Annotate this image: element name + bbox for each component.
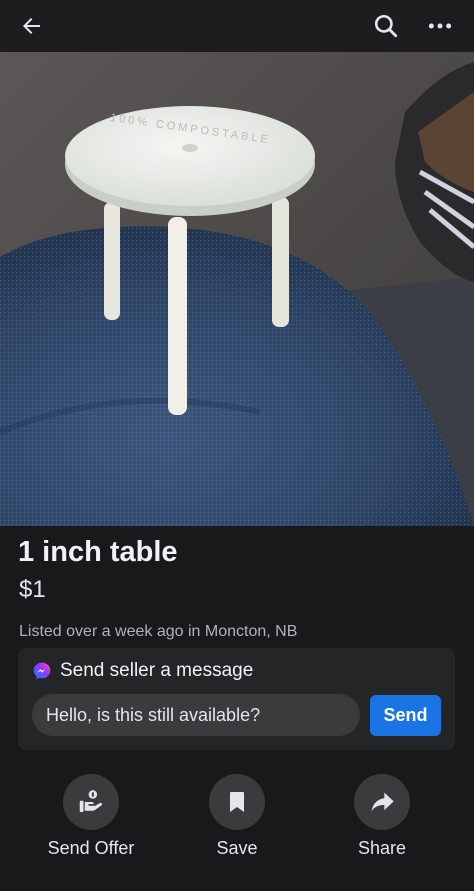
offer-hand-icon <box>79 790 103 812</box>
more-options-button[interactable] <box>420 6 460 46</box>
share-icon-circle <box>354 774 410 830</box>
listing-price: $1 <box>19 576 46 603</box>
more-dots-icon <box>428 23 452 29</box>
save-button[interactable]: Save <box>177 774 297 859</box>
send-offer-icon-circle <box>63 774 119 830</box>
send-message-button[interactable]: Send <box>370 695 441 736</box>
send-offer-label: Send Offer <box>47 838 135 858</box>
listing-posted-info: Listed over a week ago in Moncton, NB <box>19 623 298 640</box>
search-button[interactable] <box>366 6 406 46</box>
search-icon <box>374 14 398 38</box>
share-arrow-icon <box>371 792 394 812</box>
bookmark-icon <box>230 792 244 812</box>
message-card-header: Send seller a message <box>32 660 253 682</box>
share-button[interactable]: Share <box>322 774 442 859</box>
arrow-left-icon <box>23 18 40 34</box>
send-seller-message-card: Send seller a message Send <box>18 648 455 750</box>
send-offer-button[interactable]: Send Offer <box>31 774 151 859</box>
share-label: Share <box>357 838 407 858</box>
listing-title: 1 inch table <box>18 536 178 568</box>
back-button[interactable] <box>12 6 52 46</box>
save-label: Save <box>216 838 258 858</box>
save-icon-circle <box>209 774 265 830</box>
action-bar: Send Offer Save Share <box>0 774 474 864</box>
top-bar <box>0 0 474 52</box>
listing-photo-image: 100% COMPOSTABLE <box>0 52 474 526</box>
message-card-heading: Send seller a message <box>60 660 254 681</box>
messenger-icon <box>33 662 51 680</box>
message-input[interactable] <box>32 694 360 736</box>
listing-photo[interactable]: 100% COMPOSTABLE <box>0 52 474 526</box>
